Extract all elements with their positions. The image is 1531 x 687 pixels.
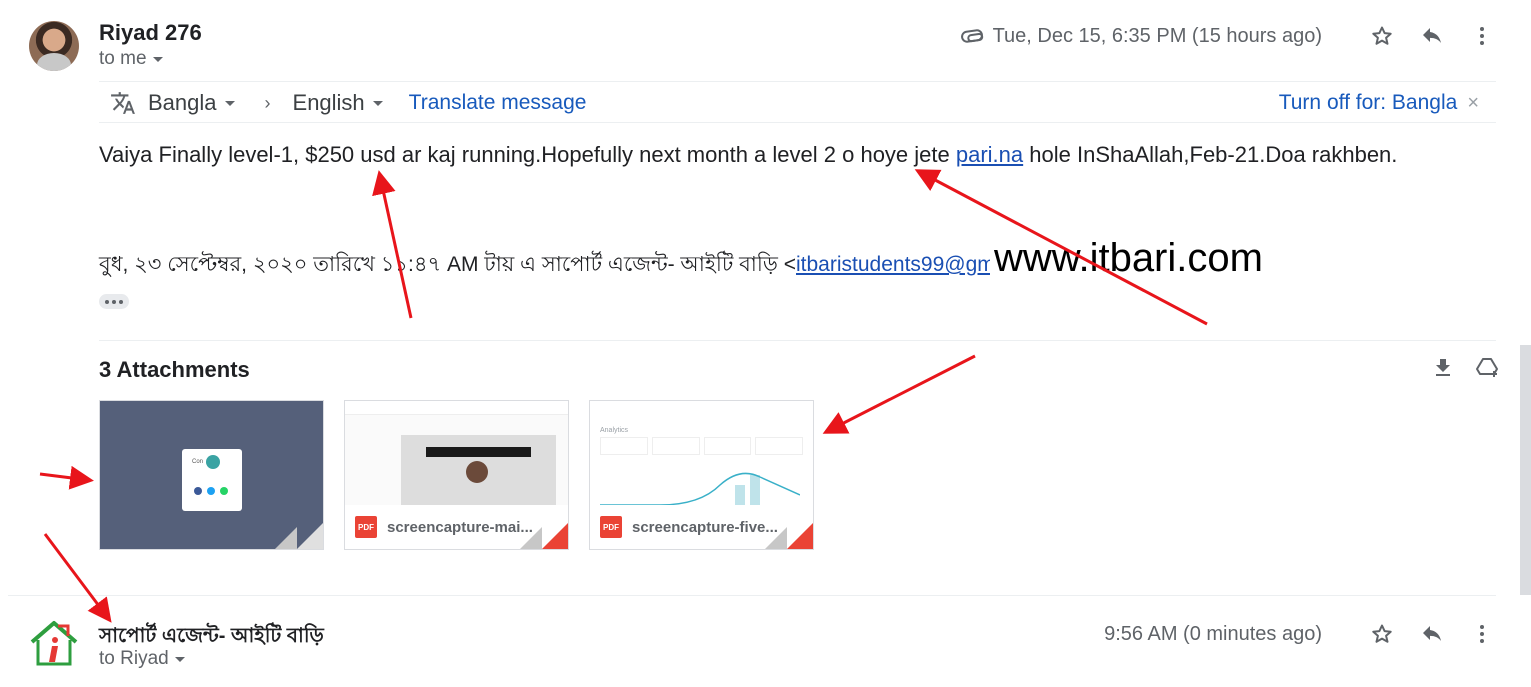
quoted-header: বুধ, ২৩ সেপ্টেম্বর, ২০২০ তারিখে ১১:৪৭ AM… — [99, 248, 1061, 283]
message-header-actions: Tue, Dec 15, 6:35 PM (15 hours ago) — [959, 22, 1496, 50]
page-fold — [297, 523, 323, 549]
attachment-icon — [959, 28, 984, 44]
itbari-logo-icon[interactable] — [28, 618, 80, 668]
attachment-thumbnail-3[interactable]: Analytics PDF screencapture-five... — [589, 400, 814, 550]
thumbnail-popup-icon — [206, 455, 220, 469]
caret-down-icon — [372, 100, 383, 106]
close-icon[interactable]: × — [1467, 92, 1479, 115]
recipient-label: to me — [99, 48, 147, 69]
reply-icon[interactable] — [1418, 620, 1446, 648]
pdf-icon: PDF — [600, 516, 622, 538]
annotation-arrow-4 — [39, 465, 94, 490]
annotation-arrow-3 — [822, 354, 976, 434]
message-header-actions: 9:56 AM (0 minutes ago) — [1104, 620, 1496, 648]
attachments-divider — [99, 340, 1496, 341]
thumbnail-heading: Analytics — [600, 427, 629, 434]
attachment-filename: screencapture-mai... — [387, 518, 533, 536]
message-body: Vaiya Finally level-1, $250 usd ar kaj r… — [99, 137, 1469, 173]
annotation-arrow-1 — [372, 170, 413, 319]
translate-divider — [99, 122, 1496, 123]
download-all-icon[interactable] — [1431, 356, 1455, 380]
quoted-header-text: বুধ, ২৩ সেপ্টেম্বর, ২০২০ তারিখে ১১:৪৭ AM… — [99, 253, 796, 276]
chevron-right-icon: › — [264, 92, 271, 113]
attachment-filename: screencapture-five... — [632, 518, 778, 536]
more-vert-icon[interactable] — [1468, 620, 1496, 648]
message-date: Tue, Dec 15, 6:35 PM (15 hours ago) — [992, 24, 1322, 47]
attachment-thumbnail-1[interactable]: Con — [99, 400, 324, 550]
add-to-drive-icon[interactable] — [1475, 356, 1499, 380]
scrollbar-thumb[interactable] — [1520, 345, 1531, 595]
thumbnail-popup: Con — [182, 449, 242, 511]
message-date: 9:56 AM (0 minutes ago) — [1104, 622, 1322, 645]
translate-bar: Bangla › English Translate message Turn … — [110, 86, 1479, 120]
page-fold — [787, 523, 813, 549]
recipient-dropdown[interactable]: to me — [99, 48, 163, 70]
source-language-label: Bangla — [148, 90, 217, 115]
caret-down-icon — [174, 656, 185, 662]
body-text-part1: Vaiya Finally level-1, $250 usd ar kaj r… — [99, 142, 956, 167]
message-divider — [8, 595, 1496, 596]
header-divider — [99, 81, 1496, 82]
translate-message-link[interactable]: Translate message — [409, 91, 587, 115]
pdf-icon: PDF — [355, 516, 377, 538]
page-fold — [542, 523, 568, 549]
recipient-label: to Riyad — [99, 648, 169, 669]
source-language-select[interactable]: Bangla — [148, 90, 235, 116]
watermark-text: www.itbari.com — [990, 236, 1267, 281]
body-text-part2: hole InShaAllah,Feb-21.Doa rakhben. — [1023, 142, 1398, 167]
sender-avatar[interactable] — [29, 21, 79, 71]
target-language-select[interactable]: English — [293, 90, 383, 116]
attachment-thumbnail-2[interactable]: PDF screencapture-mai... — [344, 400, 569, 550]
caret-down-icon — [224, 100, 235, 106]
show-trimmed-content-button[interactable] — [99, 294, 129, 309]
attachment-actions — [1431, 356, 1499, 380]
sender-name[interactable]: Riyad 276 — [99, 20, 202, 46]
translate-icon — [111, 92, 135, 114]
target-language-label: English — [292, 90, 365, 115]
star-icon[interactable] — [1368, 620, 1396, 648]
recipient-dropdown[interactable]: to Riyad — [99, 648, 185, 670]
thumbnail-popup-text: Con — [192, 459, 204, 465]
reply-icon[interactable] — [1418, 22, 1446, 50]
star-icon[interactable] — [1368, 22, 1396, 50]
turn-off-label: Turn off for: Bangla — [1278, 91, 1458, 114]
thumbnail-chart — [600, 472, 800, 507]
body-link[interactable]: pari.na — [956, 142, 1023, 167]
caret-down-icon — [152, 56, 163, 62]
more-vert-icon[interactable] — [1468, 22, 1496, 50]
attachments-title: 3 Attachments — [99, 357, 250, 382]
turn-off-translation[interactable]: Turn off for: Bangla × — [1279, 91, 1479, 115]
